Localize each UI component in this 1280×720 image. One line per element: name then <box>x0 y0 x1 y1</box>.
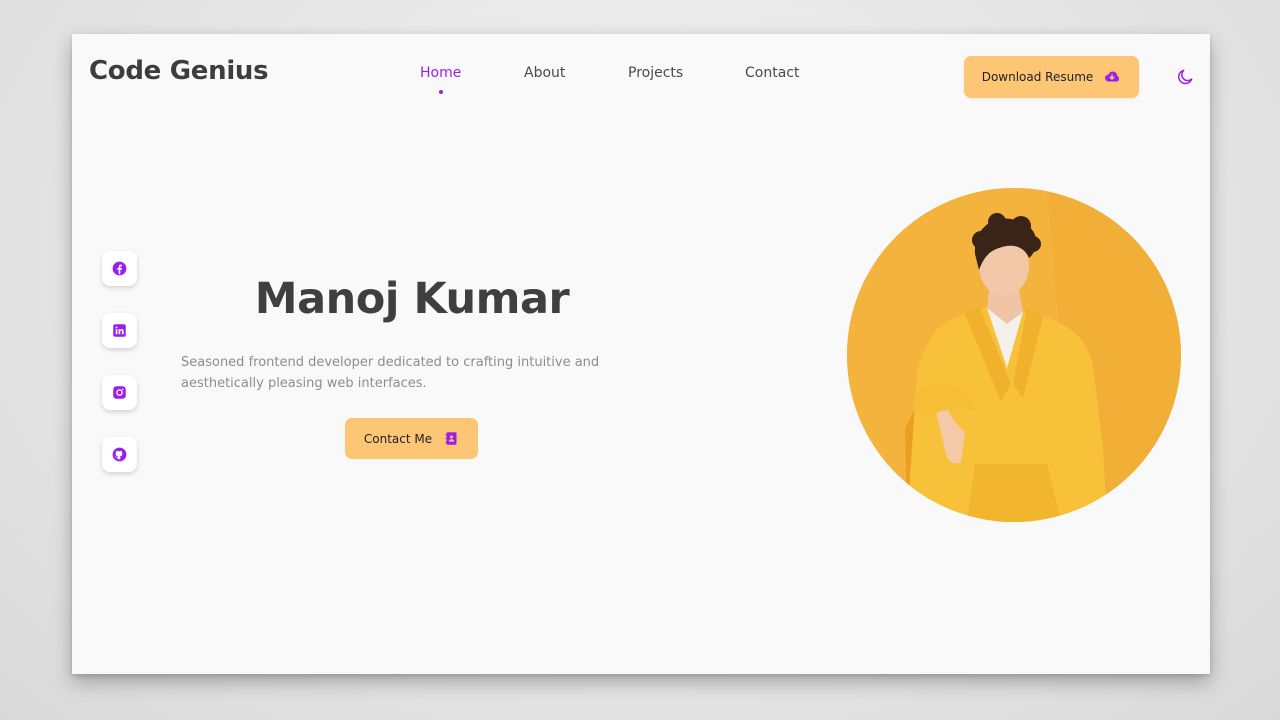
moon-icon <box>1178 69 1193 85</box>
active-indicator-dot <box>438 90 443 94</box>
download-resume-label: Download Resume <box>981 70 1094 84</box>
nav-home-label: Home <box>420 65 462 81</box>
portrait-illustration <box>847 188 1181 522</box>
nav-projects[interactable]: Projects <box>628 65 683 81</box>
facebook-link[interactable] <box>102 251 137 286</box>
contact-me-button[interactable]: Contact Me <box>345 418 478 459</box>
hero-description: Seasoned frontend developer dedicated to… <box>181 355 600 391</box>
linkedin-link[interactable] <box>102 313 137 348</box>
cloud-download-icon <box>1105 71 1120 82</box>
instagram-icon <box>113 386 126 399</box>
instagram-link[interactable] <box>102 375 137 410</box>
site-logo[interactable]: Code Genius <box>89 56 269 86</box>
download-resume-button[interactable]: Download Resume <box>964 56 1139 98</box>
facebook-icon <box>112 261 127 276</box>
github-link[interactable] <box>102 437 137 472</box>
browser-viewport: Code Genius Home About Projects Contact … <box>72 34 1210 674</box>
contact-me-label: Contact Me <box>363 431 433 446</box>
nav-contact[interactable]: Contact <box>745 65 799 81</box>
profile-portrait <box>847 188 1181 522</box>
theme-toggle-button[interactable] <box>1175 67 1195 87</box>
linkedin-icon <box>113 324 126 337</box>
github-icon <box>112 447 127 462</box>
contact-book-icon <box>445 432 457 445</box>
hero-name: Manoj Kumar <box>254 274 570 324</box>
nav-home[interactable]: Home <box>420 65 462 94</box>
nav-about[interactable]: About <box>524 65 565 81</box>
